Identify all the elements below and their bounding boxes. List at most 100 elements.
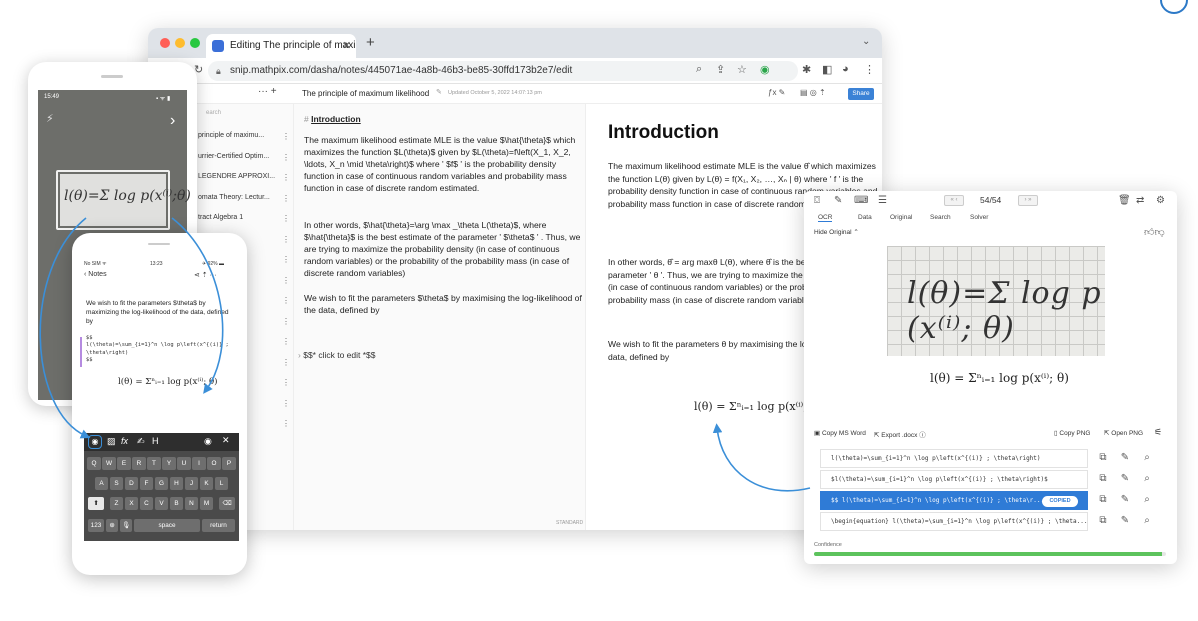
menu-icon[interactable]: ☰ [878,195,887,206]
heading-icon[interactable]: H [152,436,159,446]
key-a[interactable]: A [94,477,109,490]
key-c[interactable]: C [139,497,154,510]
snip-tab-search[interactable]: Search [930,214,951,221]
close-icon[interactable]: ✕ [342,34,351,58]
chevron-down-icon[interactable]: ⌄ [862,36,870,47]
key-t[interactable]: T [147,457,161,470]
copy-icon[interactable]: ⧉ [1096,514,1110,528]
flash-off-icon[interactable]: ⚡︎ [46,112,54,125]
key-x[interactable]: X [124,497,139,510]
kebab-menu-icon[interactable]: ⋮ [282,378,290,387]
key-k[interactable]: K [199,477,214,490]
kebab-menu-icon[interactable]: ⋮ [282,317,290,326]
fx-icon[interactable]: fx [121,436,128,446]
sidebar-note-item[interactable]: urrier-Certified Optim... [198,153,288,160]
latex-result-row[interactable]: $l(\theta)=\sum_{i=1}^n \log p\left(x^{(… [820,470,1088,489]
key-return[interactable]: return [202,519,235,532]
handwriting-icon[interactable]: ✍︎ [137,436,145,447]
key-o[interactable]: O [207,457,221,470]
search-icon[interactable]: ⌕ [1140,472,1154,486]
key-q[interactable]: Q [87,457,101,470]
sidebar-note-item[interactable]: principle of maximu... [198,132,288,139]
more-and-add-icon[interactable]: ··· + [258,86,277,97]
key-f[interactable]: F [139,477,154,490]
snip-tab-data[interactable]: Data [858,214,872,221]
screenshot-icon[interactable]: ⌼ [814,195,820,206]
help-icon[interactable]: ⓘ [919,432,926,439]
key-m[interactable]: M [199,497,214,510]
feedback-thumbs-icon[interactable]: 👍︎👎︎ [1144,226,1165,238]
key-r[interactable]: R [132,457,146,470]
copy-icon[interactable]: ⧉ [1096,493,1110,507]
sidebar-note-item[interactable]: omata Theory: Lectur... [198,194,288,201]
expand-caret-icon[interactable]: › [298,350,301,360]
key-delete[interactable]: ⌫ [219,497,235,510]
kebab-menu-icon[interactable]: ⋮ [282,194,290,203]
copy-ms-word-button[interactable]: ▣ Copy MS Word [814,429,866,437]
edit-icon[interactable]: ✎ [1118,493,1132,507]
edit-icon[interactable]: ✎ [1118,472,1132,486]
puzzle-icon[interactable]: ✱ [802,63,811,76]
close-icon[interactable]: ✕ [222,435,230,446]
kebab-menu-icon[interactable]: ⋮ [282,255,290,264]
key-g[interactable]: G [154,477,169,490]
kebab-menu-icon[interactable]: ⋮ [282,399,290,408]
snip-tab-original[interactable]: Original [890,214,912,221]
key-n[interactable]: N [184,497,199,510]
prev-page-button[interactable]: « ‹ [944,195,964,206]
open-png-button[interactable]: ⇱ Open PNG [1104,429,1143,437]
preview-toggle-icons[interactable]: ▤ ◎ ⇡ [800,88,826,97]
url-field[interactable]: 🔒︎ snip.mathpix.com/dasha/notes/445071ae… [208,61,798,81]
share-page-icon[interactable]: ⇪ [716,63,725,76]
key-z[interactable]: Z [109,497,124,510]
share-button[interactable]: Share [848,88,874,100]
edit-icon[interactable]: ✎ [1118,514,1132,528]
key-globe[interactable]: ⊕ [106,519,118,532]
doc-title[interactable]: The principle of maximum likelihood [302,89,429,98]
next-page-button[interactable]: › » [1018,195,1038,206]
key-v[interactable]: V [154,497,169,510]
bookmark-star-icon[interactable]: ☆ [737,63,747,76]
draw-icon[interactable]: ✎ [834,195,842,206]
trash-icon[interactable]: 🗑︎ [1118,195,1131,206]
kebab-menu-icon[interactable]: ⋮ [282,337,290,346]
camera-icon[interactable]: ◉ [88,435,102,449]
snip-tab-solver[interactable]: Solver [970,214,988,221]
formula-icon[interactable]: ƒx ✎ [768,88,785,97]
key-h[interactable]: H [169,477,184,490]
close-window-dot[interactable] [160,38,170,48]
search-icon[interactable]: ⌕ [1140,493,1154,507]
sidebar-note-item[interactable]: tract Algebra 1 [198,214,288,221]
zoom-icon[interactable]: ⌕ [696,63,702,76]
edit-icon[interactable]: ✎ [1118,451,1132,465]
latex-result-row[interactable]: l(\theta)=\sum_{i=1}^n \log p\left(x^{(i… [820,449,1088,468]
hide-original-toggle[interactable]: Hide Original ⌃ [814,228,859,236]
key-shift[interactable]: ⬆ [88,497,104,510]
kebab-menu-icon[interactable]: ⋮ [282,296,290,305]
export-docx-button[interactable]: ⇱ Export .docx ⓘ [874,429,926,439]
minimize-window-dot[interactable] [175,38,185,48]
back-button[interactable]: ‹ Notes [84,271,107,278]
sidebar-toggle-icon[interactable]: ◧ [822,63,832,76]
note-latex-code[interactable]: $$ l(\theta)=\sum_{i=1}^n \log p\left(x^… [86,335,232,365]
key-i[interactable]: I [192,457,206,470]
key-w[interactable]: W [102,457,116,470]
edit-pencil-icon[interactable]: ✎ [436,88,442,96]
key-d[interactable]: D [124,477,139,490]
snip-tab-ocr[interactable]: OCR [818,214,833,222]
settings-gear-icon[interactable]: ⚙ [1156,195,1165,206]
profile-avatar-icon[interactable]: ◕ [842,63,849,75]
copy-png-button[interactable]: ▯ Copy PNG [1054,429,1090,437]
note-body-text[interactable]: We wish to fit the parameters $\theta$ b… [86,299,232,326]
copy-icon[interactable]: ⧉ [1096,472,1110,486]
latex-result-row[interactable]: \begin{equation} l(\theta)=\sum_{i=1}^n … [820,512,1088,531]
click-to-edit-block[interactable]: › $$* click to edit *$$ [298,350,376,360]
key-space[interactable]: space [134,519,200,532]
key-l[interactable]: L [214,477,229,490]
kebab-menu-icon[interactable]: ⋮ [864,63,875,76]
key-p[interactable]: P [222,457,236,470]
key-u[interactable]: U [177,457,191,470]
keyboard-icon[interactable]: ⌨ [854,195,868,206]
new-tab-icon[interactable]: + [366,34,375,51]
markdown-editor[interactable]: # Introduction The maximum likelihood es… [294,104,586,530]
